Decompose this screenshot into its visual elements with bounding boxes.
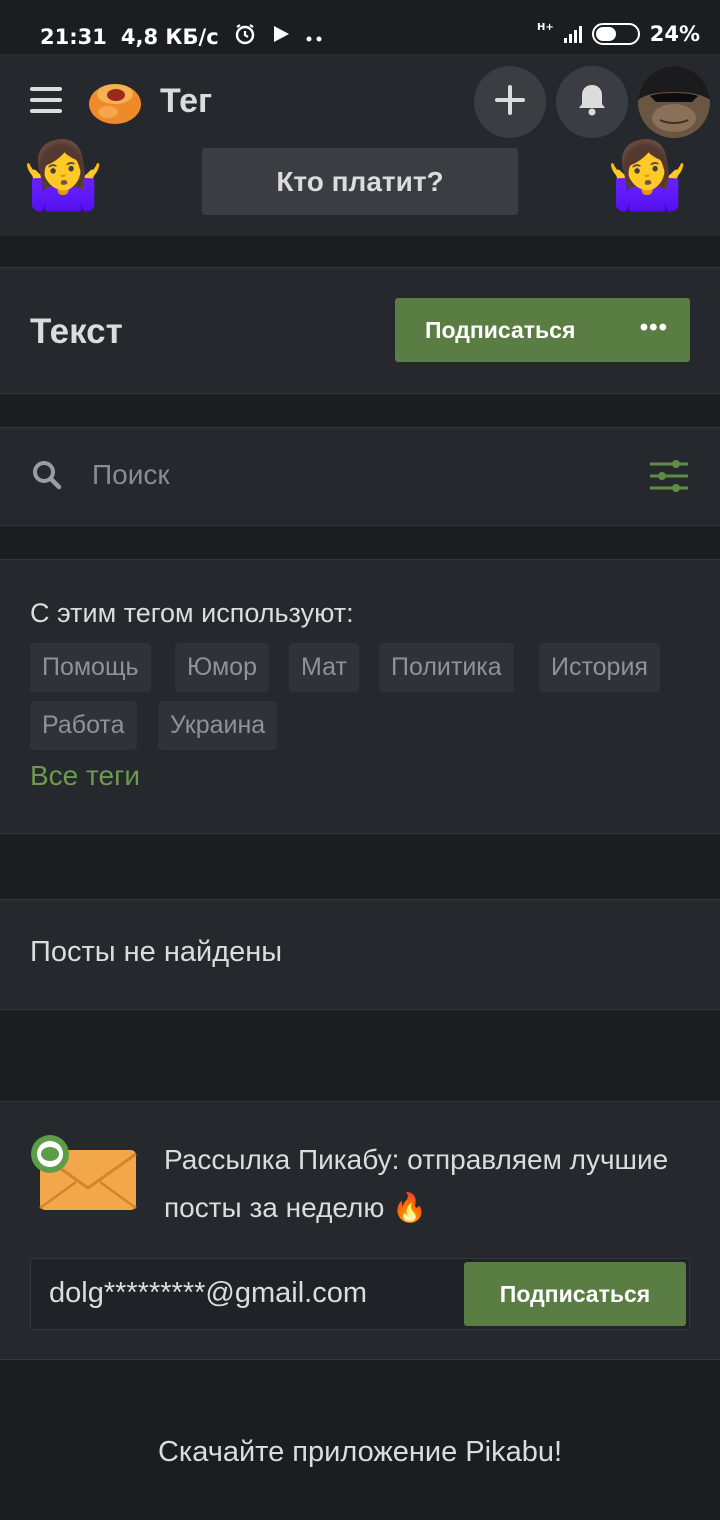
shrug-emoji-left: 🤷‍♀️ (22, 138, 105, 212)
more-notifications-icon (305, 25, 325, 49)
no-posts-message: Посты не найдены (30, 936, 283, 968)
tag-chip[interactable]: Политика (379, 643, 514, 692)
signal-icon (563, 25, 582, 43)
bell-icon (577, 83, 607, 122)
email-field[interactable]: dolg*********@gmail.com Подписаться (30, 1258, 690, 1330)
who-pays-button[interactable]: Кто платит? (202, 148, 518, 215)
newsletter-subscribe-button[interactable]: Подписаться (464, 1262, 686, 1326)
status-speed: 4,8 КБ/с (120, 24, 219, 49)
filter-icon[interactable] (648, 458, 690, 494)
subscribe-label: Подписаться (425, 317, 576, 343)
battery-icon (591, 23, 640, 45)
network-type: H+ (536, 22, 554, 33)
subscribe-button[interactable]: Подписаться ••• (395, 298, 690, 362)
status-time: 21:31 (40, 24, 107, 49)
tag-card: Текст Подписаться ••• (0, 267, 720, 394)
status-bar: 21:31 4,8 КБ/с H+ 24% (0, 0, 720, 54)
shrug-emoji-right: 🤷‍♀️ (606, 138, 689, 212)
battery-percent: 24% (649, 22, 700, 46)
search-icon[interactable] (32, 460, 62, 490)
search-bar: Поиск (0, 427, 720, 526)
top-header: Тег 🤷‍♀️ Кто платит? 🤷‍♀️ (0, 54, 720, 236)
add-post-button[interactable] (474, 66, 546, 138)
pikabu-logo[interactable] (86, 74, 144, 128)
notifications-button[interactable] (556, 66, 628, 138)
newsletter-card: Рассылка Пикабу: отправляем лучшие посты… (0, 1101, 720, 1360)
all-tags-link[interactable]: Все теги (30, 760, 140, 792)
tag-chip[interactable]: История (539, 643, 660, 692)
email-value[interactable]: dolg*********@gmail.com (49, 1277, 367, 1310)
tag-chip[interactable]: Юмор (175, 643, 269, 692)
plus-icon (494, 84, 526, 121)
page-title: Тег (160, 82, 213, 120)
user-avatar[interactable] (638, 66, 710, 138)
alarm-icon (233, 22, 257, 51)
tag-chip[interactable]: Мат (289, 643, 359, 692)
related-tags-card: С этим тегом используют: Помощь Юмор Мат… (0, 559, 720, 834)
tag-chip[interactable]: Помощь (30, 643, 151, 692)
related-tags-title: С этим тегом используют: (30, 598, 354, 628)
tag-chip[interactable]: Работа (30, 701, 137, 750)
search-input[interactable]: Поиск (92, 459, 170, 491)
play-icon (271, 24, 291, 49)
posts-empty-card: Посты не найдены (0, 899, 720, 1010)
more-options-icon[interactable]: ••• (640, 314, 668, 342)
download-app-link[interactable]: Скачайте приложение Pikabu! (0, 1436, 720, 1469)
envelope-icon (30, 1134, 138, 1212)
tag-chip[interactable]: Украина (158, 701, 278, 750)
tag-name: Текст (30, 312, 123, 351)
newsletter-description: Рассылка Пикабу: отправляем лучшие посты… (164, 1144, 669, 1223)
hamburger-icon[interactable] (30, 87, 62, 113)
